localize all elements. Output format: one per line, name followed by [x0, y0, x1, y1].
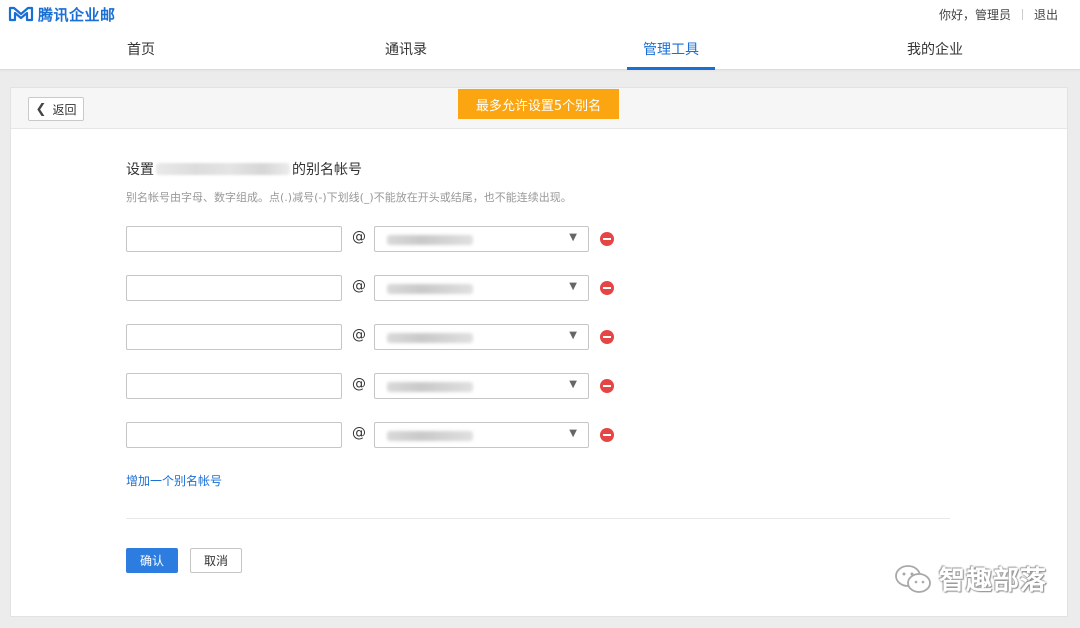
domain-select[interactable]: ▼	[374, 324, 589, 350]
logout-link[interactable]: 退出	[1034, 6, 1058, 23]
nav-item-contacts[interactable]: 通讯录	[366, 28, 446, 69]
redacted-domain	[387, 235, 473, 245]
confirm-button[interactable]: 确认	[126, 548, 178, 573]
caret-down-icon: ▼	[569, 232, 577, 243]
caret-down-icon: ▼	[569, 330, 577, 341]
domain-select[interactable]: ▼	[374, 373, 589, 399]
wechat-icon	[895, 564, 931, 593]
redacted-username	[156, 163, 290, 175]
redacted-domain	[387, 382, 473, 392]
user-greeting: 你好，管理员	[938, 8, 1011, 22]
redacted-domain	[387, 431, 473, 441]
watermark: 智趣部落	[893, 560, 1047, 597]
alias-input[interactable]	[126, 226, 342, 252]
domain-select[interactable]: ▼	[374, 422, 589, 448]
minus-circle-icon[interactable]	[600, 232, 614, 246]
alias-row: @ ▼	[126, 422, 626, 448]
at-symbol: @	[352, 327, 366, 343]
alias-input[interactable]	[126, 422, 342, 448]
logo[interactable]: 腾讯企业邮	[8, 4, 116, 24]
user-area: 你好，管理员 退出	[939, 6, 1058, 23]
alias-row: @ ▼	[126, 373, 626, 399]
alias-input[interactable]	[126, 275, 342, 301]
redacted-domain	[387, 284, 473, 294]
back-label: 返回	[52, 102, 77, 117]
cancel-button[interactable]: 取消	[190, 548, 242, 573]
caret-down-icon: ▼	[569, 379, 577, 390]
form-divider	[126, 518, 950, 519]
alias-settings-card: ❮ 返回 最多允许设置5个别名 设置 的别名帐号 别名帐号由字母、数字组成。点(…	[10, 87, 1068, 617]
form-title-suffix: 的别名帐号	[292, 162, 362, 178]
back-button[interactable]: ❮ 返回	[28, 97, 84, 121]
alias-row: @ ▼	[126, 226, 626, 252]
nav-item-home[interactable]: 首页	[101, 28, 181, 69]
minus-circle-icon[interactable]	[600, 428, 614, 442]
at-symbol: @	[352, 376, 366, 392]
user-divider	[1021, 9, 1023, 20]
redacted-domain	[387, 333, 473, 343]
alias-row: @ ▼	[126, 275, 626, 301]
alias-rules-hint: 别名帐号由字母、数字组成。点(.)减号(-)下划线(_)不能放在开头或结尾，也不…	[126, 191, 572, 204]
form-title-prefix: 设置	[126, 162, 154, 178]
alias-input[interactable]	[126, 324, 342, 350]
alias-input[interactable]	[126, 373, 342, 399]
domain-select[interactable]: ▼	[374, 226, 589, 252]
chevron-left-icon: ❮	[35, 101, 47, 117]
minus-circle-icon[interactable]	[600, 379, 614, 393]
caret-down-icon: ▼	[569, 281, 577, 292]
form-title: 设置 的别名帐号	[126, 159, 362, 179]
add-alias-link[interactable]: 增加一个别名帐号	[126, 472, 222, 489]
minus-circle-icon[interactable]	[600, 330, 614, 344]
logo-text: 腾讯企业邮	[38, 5, 116, 24]
main-nav: 首页 通讯录 管理工具 我的企业	[0, 28, 1080, 70]
envelope-m-logo	[8, 6, 34, 22]
domain-select[interactable]: ▼	[374, 275, 589, 301]
at-symbol: @	[352, 229, 366, 245]
alias-limit-notice: 最多允许设置5个别名	[458, 89, 619, 119]
top-bar: 腾讯企业邮 你好，管理员 退出	[0, 0, 1080, 28]
minus-circle-icon[interactable]	[600, 281, 614, 295]
watermark-text: 智趣部落	[939, 566, 1048, 596]
caret-down-icon: ▼	[569, 428, 577, 439]
nav-item-admin-tools[interactable]: 管理工具	[627, 28, 715, 70]
nav-item-my-company[interactable]: 我的企业	[895, 28, 975, 69]
alias-row: @ ▼	[126, 324, 626, 350]
at-symbol: @	[352, 425, 366, 441]
card-header: ❮ 返回 最多允许设置5个别名	[11, 88, 1067, 129]
at-symbol: @	[352, 278, 366, 294]
